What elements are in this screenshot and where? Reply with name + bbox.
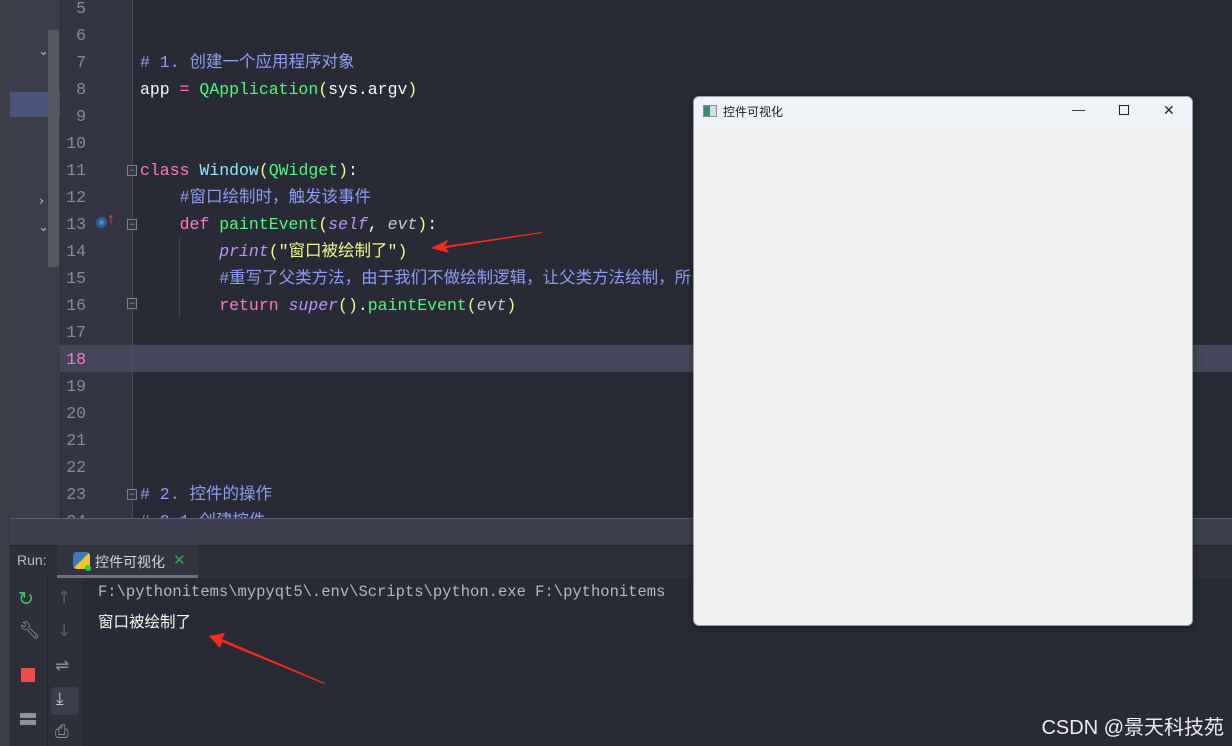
annotation-arrows bbox=[209, 232, 542, 684]
annotation-arrow bbox=[431, 232, 542, 253]
annotation-arrow bbox=[209, 633, 325, 684]
watermark: CSDN @景天科技苑 bbox=[1041, 717, 1224, 739]
